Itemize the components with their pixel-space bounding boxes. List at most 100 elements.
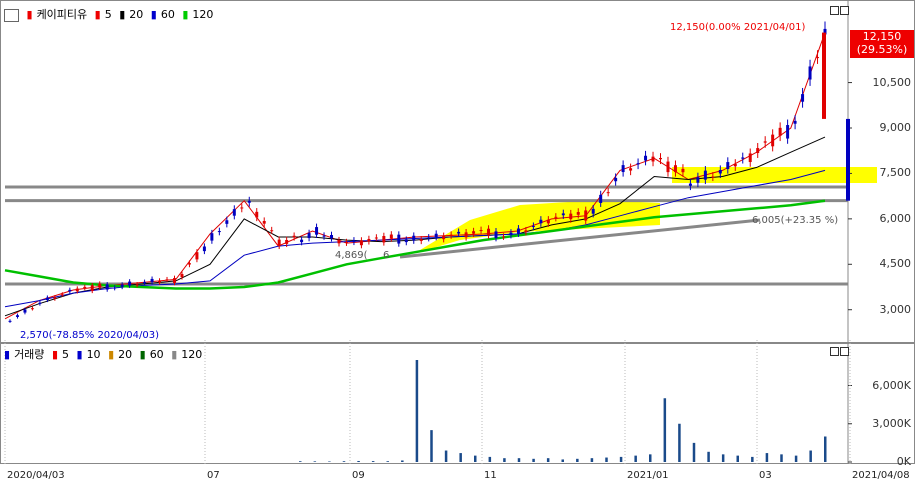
candle-body [494,231,498,239]
candle-body [733,163,737,167]
candle-body [285,239,289,244]
candle-body [180,274,184,278]
date-tick-label: 03 [759,470,772,481]
ma20-label: 20 [129,8,144,21]
candle-body [90,285,94,291]
candle-body [786,125,790,139]
candle-body [419,239,423,241]
candle-body [262,220,266,224]
vma120-label: 120 [181,348,203,361]
mid-annotation-2: 6 [383,250,390,261]
stock-name: 케이피티유 [36,8,88,21]
candle-body [464,232,468,238]
candle-body [771,134,775,147]
volume-bar [692,442,696,462]
candle-body [382,236,386,243]
candle-body [531,225,535,227]
candle-body [367,238,371,242]
chart-svg [0,0,915,464]
candle-body [509,232,513,236]
ma60-label: 60 [160,8,175,21]
volume-bar [313,461,317,462]
candle-body [673,165,677,173]
candle-body [457,231,461,234]
candle-body [307,233,311,239]
price-legend: ▮ 케이피티유 ▮ 5 ▮ 20 ▮ 60 ▮ 120 [4,6,217,22]
volume-bar [780,454,783,462]
candle-body [75,288,79,292]
candle-body [546,219,550,224]
price-tick-label: 9,000 [879,121,912,134]
candle-body [614,177,618,182]
candle-body [599,194,603,203]
candle-body [449,234,453,236]
minimize-icon[interactable] [830,6,839,15]
candle-body [277,239,281,246]
candle-body [516,228,520,234]
volume-bar [794,455,798,462]
candle-body [591,208,595,214]
candle-body [816,57,820,59]
max-annotation: 12,150(0.00% 2021/04/01) [670,22,806,33]
candle-body [397,234,401,244]
date-tick-label: 07 [207,470,220,481]
date-tick-label: 2021/04/08 [852,470,910,481]
candle-body [539,219,543,224]
candle-body [113,287,117,289]
candle-body [172,278,176,283]
candle-body [45,297,49,301]
candle-body [569,213,573,220]
volume-minimize-icon[interactable] [830,347,839,356]
candle-body [60,294,64,296]
panel-toggle-icon[interactable] [4,8,19,22]
candle-body [330,235,334,239]
candle-body [741,157,745,159]
candle-body [232,209,236,216]
volume-bar [765,453,769,462]
candle-body [524,230,528,233]
volume-name: 거래량 [14,348,45,361]
candle-body [292,235,296,238]
candle-body [315,227,319,235]
volume-bar [474,455,477,462]
candle-body [240,207,244,209]
volume-maximize-icon[interactable] [840,347,849,356]
date-tick-label: 2021/01 [627,470,669,481]
candle-body [404,239,408,243]
min-annotation: 2,570(-78.85% 2020/04/03) [20,330,159,341]
price-tick-label: 10,500 [872,75,912,89]
volume-bar [386,461,389,462]
candle-body [255,211,259,218]
candle-body [501,236,505,238]
candle-body [128,281,132,286]
volume-bar [488,456,492,462]
candle-body [688,183,692,186]
candle-body [270,230,274,232]
candle-body [442,235,446,240]
volume-tick-label: 0K [896,455,911,468]
volume-bar [619,456,623,462]
volume-bar [503,458,506,462]
candle-body [756,148,760,154]
candle-body [135,284,139,286]
volume-bar [342,461,346,462]
candle-body [696,177,700,183]
date-tick-label: 11 [484,470,497,481]
volume-bar [517,458,521,462]
candle-body [748,153,752,163]
candle-body [621,165,625,173]
candle-body [793,120,797,124]
candle-body [554,216,558,218]
candle-body [681,168,685,173]
maximize-icon[interactable] [840,6,849,15]
candle-body [53,297,57,299]
candle-body [158,280,162,283]
volume-bar [459,453,462,462]
chart-window: ▮ 케이피티유 ▮ 5 ▮ 20 ▮ 60 ▮ 120 ▮ 거래량 ▮ 5 ▮ 10 ▮ 20 ▮… [0,0,915,482]
volume-bar [401,460,404,462]
volume-bar [678,423,681,462]
candle-body [165,279,169,281]
current-pct: (29.53%) [856,43,908,56]
volume-bar [824,436,827,462]
candle-body [143,281,147,284]
